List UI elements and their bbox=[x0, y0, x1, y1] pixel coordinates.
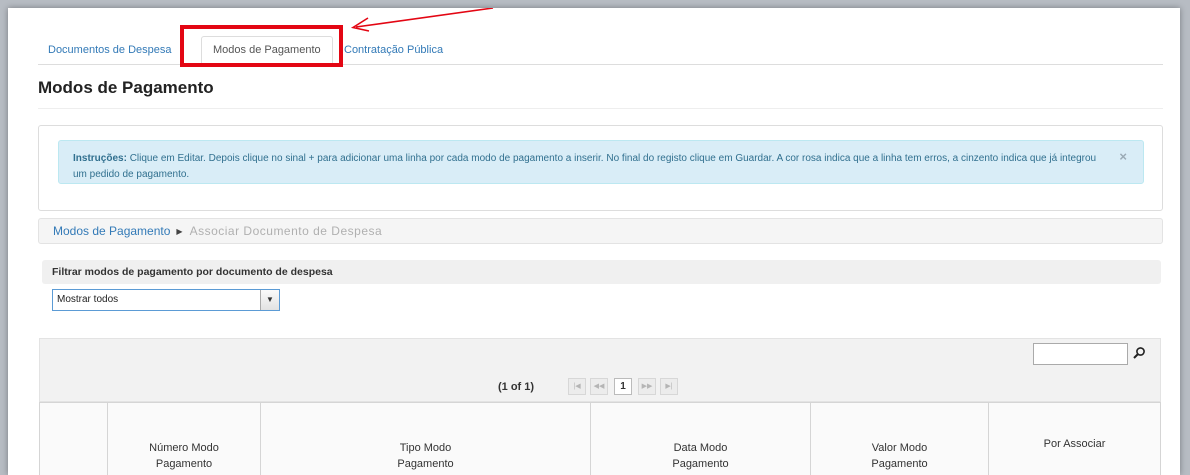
breadcrumb: Modos de Pagamento ▶ Associar Documento de… bbox=[38, 218, 1163, 244]
breadcrumb-separator-icon: ▶ bbox=[176, 227, 183, 236]
column-header-toggle bbox=[39, 402, 108, 475]
column-header-data[interactable]: Data Modo Pagamento bbox=[590, 402, 811, 475]
table-header-row: Número Modo Pagamento Tipo Modo Pagament… bbox=[39, 402, 1161, 475]
breadcrumb-item-modos-de-pagamento[interactable]: Modos de Pagamento bbox=[53, 224, 170, 238]
page-title: Modos de Pagamento bbox=[38, 78, 214, 97]
document-filter-select[interactable]: Mostrar todos ▼ bbox=[52, 289, 280, 311]
breadcrumb-item-associar: Associar Documento de Despesa bbox=[189, 224, 383, 238]
instructions-label: Instruções: bbox=[73, 153, 127, 164]
last-page-button[interactable]: ▶| bbox=[660, 378, 678, 395]
column-header-valor[interactable]: Valor Modo Pagamento bbox=[810, 402, 989, 475]
first-page-button[interactable]: |◀ bbox=[568, 378, 586, 395]
instructions-panel: Instruções: Clique em Editar. Depois cli… bbox=[38, 125, 1163, 211]
payment-modes-table: Número Modo Pagamento Tipo Modo Pagament… bbox=[39, 402, 1161, 475]
instructions-text: Clique em Editar. Depois clique no sinal… bbox=[73, 153, 1097, 180]
previous-page-button[interactable]: ◀◀ bbox=[590, 378, 608, 395]
instructions-alert: Instruções: Clique em Editar. Depois cli… bbox=[58, 140, 1144, 184]
filter-heading: Filtrar modos de pagamento por documento… bbox=[42, 260, 1161, 284]
tab-contratacao-publica[interactable]: Contratação Pública bbox=[344, 38, 443, 63]
select-value: Mostrar todos bbox=[57, 294, 119, 305]
search-input[interactable] bbox=[1033, 343, 1128, 365]
next-page-button[interactable]: ▶▶ bbox=[638, 378, 656, 395]
close-icon[interactable]: × bbox=[1119, 149, 1127, 165]
column-header-por-associar[interactable]: Por Associar bbox=[988, 402, 1161, 475]
paginator-summary: (1 of 1) bbox=[498, 381, 535, 393]
chevron-down-icon[interactable]: ▼ bbox=[260, 290, 279, 310]
tab-documentos-de-despesa[interactable]: Documentos de Despesa bbox=[48, 38, 172, 63]
column-header-tipo[interactable]: Tipo Modo Pagamento bbox=[260, 402, 591, 475]
title-divider bbox=[38, 108, 1163, 109]
annotation-arrow-icon bbox=[350, 8, 494, 32]
page: Documentos de Despesa Modos de Pagamento… bbox=[8, 8, 1180, 475]
page-1-button[interactable]: 1 bbox=[614, 378, 632, 395]
highlight-box bbox=[180, 25, 343, 67]
search-icon[interactable] bbox=[1132, 346, 1146, 360]
column-header-numero[interactable]: Número Modo Pagamento bbox=[107, 402, 261, 475]
